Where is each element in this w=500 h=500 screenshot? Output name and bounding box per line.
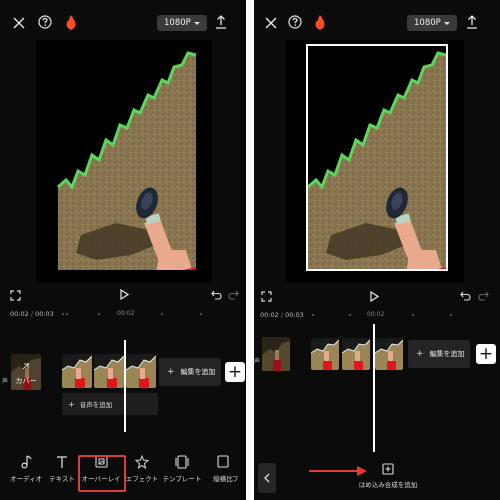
add-edit-label: 編集を追加: [180, 368, 216, 376]
time-current: 00:02: [260, 311, 279, 319]
track-label: 声: [2, 378, 9, 385]
ruler-tick: [412, 314, 414, 316]
overlay-bottom-bar: はめ込み合成を追加: [254, 455, 500, 500]
time-total: 00:03: [285, 311, 304, 319]
fullscreen-icon[interactable]: [8, 288, 22, 302]
bottom-toolbar: オーディオ テキスト オーバーレイ エフェクト テンプレート 縦横比 フ: [0, 455, 246, 500]
undo-icon[interactable]: [209, 288, 223, 302]
cover-thumbnail[interactable]: [262, 337, 290, 371]
music-note-icon: [21, 455, 32, 469]
tool-label: オーディオ: [9, 475, 43, 483]
arrow-annotation: [309, 466, 367, 476]
time-total: 00:03: [35, 310, 54, 318]
add-clip-button[interactable]: +: [476, 344, 496, 364]
ruler-tick: [98, 313, 100, 315]
tool-effects[interactable]: エフェクト: [122, 455, 162, 483]
right-screen: 1080P 00:02 / 00:03 00:02 声 + 編集を追加 + はめ…: [254, 0, 500, 500]
add-edit-button[interactable]: + 編集を追加: [159, 358, 221, 386]
close-icon[interactable]: [262, 14, 280, 32]
video-clip[interactable]: [126, 354, 156, 388]
chevron-down-icon: [193, 21, 200, 25]
resolution-dropdown[interactable]: 1080P: [407, 15, 457, 31]
add-overlay-label: はめ込み合成を追加: [358, 481, 418, 489]
export-icon[interactable]: [213, 13, 229, 31]
flame-icon[interactable]: [311, 12, 329, 32]
cover-label: カバー: [15, 377, 37, 385]
tool-text[interactable]: テキスト: [42, 455, 82, 483]
flame-icon[interactable]: [62, 12, 80, 32]
playhead[interactable]: [373, 324, 375, 452]
resolution-label: 1080P: [414, 18, 441, 28]
add-edit-label: 編集を追加: [429, 350, 465, 358]
redo-icon[interactable]: [226, 288, 240, 302]
tool-label: 縦横比: [213, 475, 233, 483]
help-icon[interactable]: [286, 13, 304, 31]
overlay-highlight-box: [78, 455, 126, 492]
playhead[interactable]: [124, 340, 126, 432]
text-icon: [57, 456, 67, 468]
timecode: 00:02 / 00:03: [10, 310, 54, 318]
effects-icon: [135, 455, 149, 469]
ruler-tick: [349, 314, 351, 316]
tool-template[interactable]: テンプレート: [162, 455, 202, 483]
close-icon[interactable]: [10, 14, 28, 32]
resolution-label: 1080P: [164, 18, 191, 28]
play-icon[interactable]: [117, 287, 131, 301]
plus-icon: +: [68, 399, 75, 409]
add-edit-button[interactable]: + 編集を追加: [408, 340, 470, 368]
tool-label: エフェクト: [125, 475, 159, 483]
ruler-label: 00:02: [367, 311, 385, 318]
add-overlay-icon: [382, 463, 394, 475]
undo-icon[interactable]: [458, 289, 472, 303]
timecode: 00:02 / 00:03: [260, 311, 304, 319]
video-clip[interactable]: [375, 338, 403, 370]
video-clip[interactable]: [342, 338, 370, 370]
video-clip[interactable]: [62, 354, 92, 388]
ruler-tick: [161, 313, 163, 315]
help-icon[interactable]: [36, 13, 54, 31]
video-preview[interactable]: [286, 40, 464, 282]
video-preview[interactable]: [36, 40, 212, 282]
play-icon[interactable]: [367, 289, 381, 303]
fullscreen-icon[interactable]: [259, 289, 273, 303]
add-clip-button[interactable]: +: [225, 362, 245, 382]
plus-icon: +: [416, 349, 424, 359]
add-audio-button[interactable]: + 音声を追加: [62, 393, 158, 415]
chevron-left-icon: [264, 473, 270, 483]
tool-filter[interactable]: フ: [232, 455, 246, 483]
ruler-tick: [66, 313, 68, 315]
ruler-tick: [312, 314, 314, 316]
left-screen: 1080P 00:02 / 00:03 00:02 声 カバー + 編集を追加 …: [0, 0, 246, 500]
ruler-tick: [450, 314, 452, 316]
tool-audio[interactable]: オーディオ: [6, 455, 46, 483]
export-icon[interactable]: [464, 13, 480, 31]
ruler-tick: [62, 313, 64, 315]
track-label: 声: [254, 358, 261, 365]
ruler-tick: [200, 313, 202, 315]
back-button[interactable]: [258, 463, 276, 493]
time-current: 00:02: [10, 310, 29, 318]
aspect-ratio-icon: [217, 455, 229, 468]
ruler-label: 00:02: [117, 310, 135, 317]
video-clip[interactable]: [94, 354, 124, 388]
redo-icon[interactable]: [476, 289, 490, 303]
plus-icon: +: [167, 367, 175, 377]
tool-label: テンプレート: [162, 475, 202, 483]
tool-label: フ: [232, 475, 239, 483]
tool-label: テキスト: [49, 475, 75, 483]
add-overlay-button[interactable]: はめ込み合成を追加: [359, 463, 417, 489]
template-icon: [175, 455, 189, 469]
video-clip[interactable]: [311, 338, 339, 370]
resolution-dropdown[interactable]: 1080P: [157, 15, 207, 31]
cover-thumbnail[interactable]: カバー: [11, 354, 41, 390]
add-audio-label: 音声を追加: [79, 401, 113, 409]
chevron-down-icon: [443, 21, 450, 25]
